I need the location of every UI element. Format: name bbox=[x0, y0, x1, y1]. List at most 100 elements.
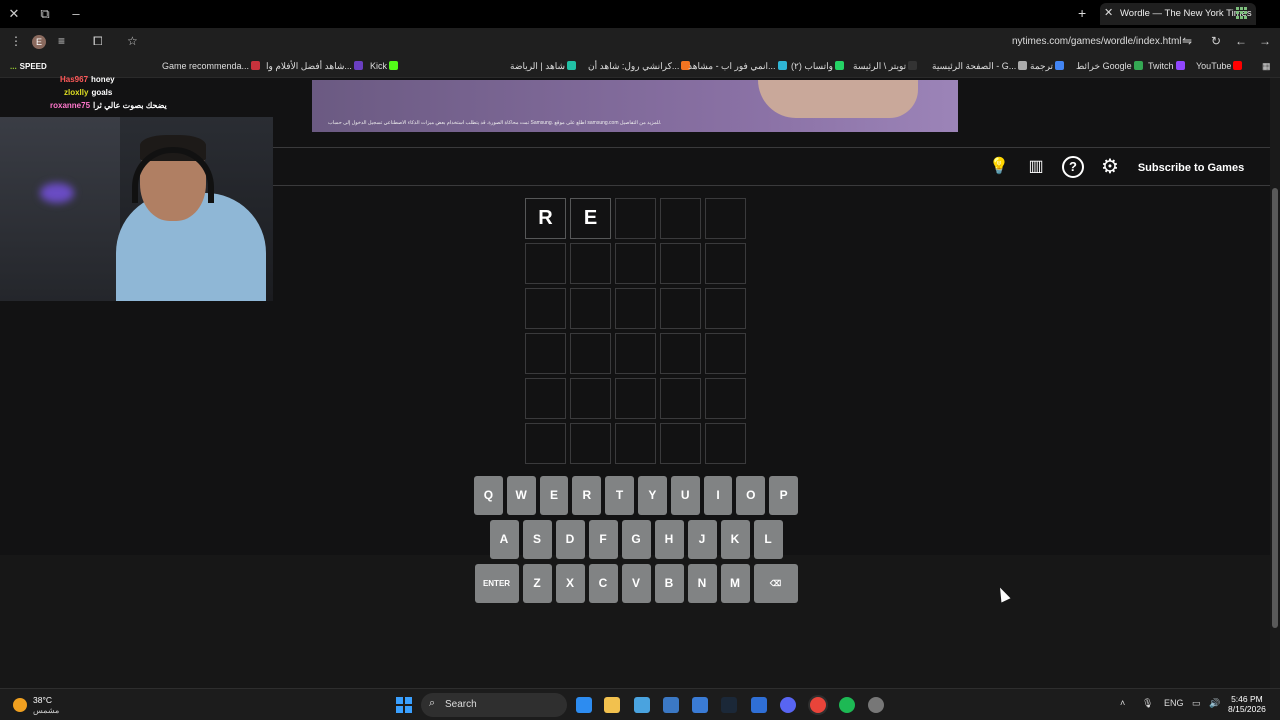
bookmark-item[interactable]: الصفحة الرئيسية - G... bbox=[932, 61, 1029, 72]
back-icon[interactable]: ← bbox=[1235, 34, 1247, 48]
microphone-icon[interactable]: 🎙 bbox=[1142, 698, 1153, 709]
hint-lightbulb-icon[interactable]: 💡 bbox=[988, 156, 1010, 178]
taskbar-clock[interactable]: 5:46 PM 8/15/2026 bbox=[1228, 694, 1266, 714]
spotify-icon[interactable] bbox=[839, 697, 855, 713]
network-icon[interactable]: ▭ bbox=[1192, 698, 1201, 709]
backspace-key-icon[interactable]: ⌫ bbox=[753, 564, 798, 603]
close-window-icon[interactable]: ✕ bbox=[6, 6, 22, 22]
key[interactable]: W bbox=[506, 476, 536, 515]
board-tile bbox=[570, 423, 611, 464]
key[interactable]: X bbox=[555, 564, 585, 603]
tray-chevron-up-icon[interactable]: ˄ bbox=[1120, 698, 1125, 708]
key[interactable]: I bbox=[703, 476, 733, 515]
bookmark-item[interactable]: Twitch bbox=[1148, 61, 1187, 71]
subscribe-button[interactable]: Subscribe to Games bbox=[1133, 153, 1249, 183]
taskbar-search[interactable]: ⌕ Search bbox=[421, 693, 567, 717]
statistics-icon[interactable]: ▥ bbox=[1025, 156, 1047, 178]
key[interactable]: D bbox=[555, 520, 585, 559]
board-row bbox=[525, 288, 746, 329]
bookmark-item[interactable]: تويتر \ الرئيسة bbox=[853, 61, 919, 72]
store-icon[interactable] bbox=[663, 697, 679, 713]
key[interactable]: K bbox=[720, 520, 750, 559]
chat-line: Has967 honey bbox=[10, 75, 190, 88]
steam-icon[interactable] bbox=[721, 697, 737, 713]
app-icon[interactable] bbox=[868, 697, 884, 713]
menu-kebab-icon[interactable]: ⋮ bbox=[10, 34, 22, 48]
key[interactable]: M bbox=[720, 564, 750, 603]
weather-sun-icon[interactable] bbox=[13, 698, 27, 712]
key[interactable]: L bbox=[753, 520, 783, 559]
photos-icon[interactable] bbox=[634, 697, 650, 713]
discord-icon[interactable] bbox=[780, 697, 796, 713]
forward-icon[interactable]: → bbox=[1259, 34, 1271, 48]
scrollbar-thumb[interactable] bbox=[1272, 188, 1278, 628]
key[interactable]: G bbox=[621, 520, 651, 559]
key[interactable]: H bbox=[654, 520, 684, 559]
key[interactable]: E bbox=[539, 476, 569, 515]
board-tile bbox=[615, 378, 656, 419]
board-tile bbox=[660, 288, 701, 329]
help-icon[interactable]: ? bbox=[1062, 156, 1084, 178]
key[interactable]: Q bbox=[474, 476, 503, 515]
reload-icon[interactable]: ↻ bbox=[1211, 34, 1221, 48]
key[interactable]: O bbox=[736, 476, 766, 515]
keyboard-row: Q W E R T Y U I O P bbox=[474, 476, 798, 515]
file-explorer-icon[interactable] bbox=[604, 697, 620, 713]
extensions-icon[interactable]: ⧠ bbox=[93, 34, 103, 49]
bookmark-item[interactable]: Kick bbox=[370, 61, 400, 71]
input-language[interactable]: ENG bbox=[1164, 698, 1184, 708]
chat-user: ... bbox=[10, 62, 17, 71]
close-tab-icon[interactable]: ✕ bbox=[1104, 6, 1113, 19]
taskbar-search-label: Search bbox=[445, 699, 477, 710]
settings-gear-icon[interactable]: ⚙ bbox=[1099, 156, 1121, 178]
key[interactable]: N bbox=[687, 564, 717, 603]
key[interactable]: C bbox=[588, 564, 618, 603]
copilot-icon[interactable] bbox=[576, 697, 592, 713]
bookmark-item[interactable]: شاهد | الرياضة bbox=[510, 61, 578, 72]
key[interactable]: P bbox=[769, 476, 798, 515]
key[interactable]: U bbox=[670, 476, 700, 515]
site-settings-icon[interactable]: ⇋ bbox=[1182, 34, 1192, 48]
bookmark-item[interactable]: كرانشي رول: شاهد أن... bbox=[588, 61, 692, 72]
tab-search-icon[interactable]: ≡ bbox=[58, 34, 65, 48]
key[interactable]: S bbox=[522, 520, 552, 559]
chrome-icon[interactable] bbox=[810, 697, 826, 713]
key[interactable]: Y bbox=[638, 476, 667, 515]
chat-message: honey bbox=[91, 75, 115, 84]
bookmark-item[interactable]: شاهد أفضل الأفلام وا... bbox=[266, 61, 365, 72]
bookmark-item[interactable]: YouTube bbox=[1196, 61, 1244, 71]
key[interactable]: J bbox=[687, 520, 717, 559]
windows-start-icon[interactable] bbox=[396, 697, 412, 713]
bookmark-item[interactable]: خرائط Google bbox=[1076, 61, 1145, 72]
minimize-window-icon[interactable]: – bbox=[68, 6, 84, 22]
bookmark-item[interactable]: (٢) واتساب bbox=[791, 61, 846, 72]
weather-temperature[interactable]: 38°C bbox=[33, 695, 52, 705]
bookmark-item[interactable]: ترجمة bbox=[1030, 61, 1066, 72]
key[interactable]: R bbox=[572, 476, 602, 515]
key[interactable]: V bbox=[621, 564, 651, 603]
bookmark-star-icon[interactable]: ☆ bbox=[127, 34, 138, 48]
weather-condition[interactable]: مشمس bbox=[33, 706, 59, 715]
enter-key[interactable]: ENTER bbox=[474, 564, 519, 603]
restore-window-icon[interactable]: ⧉ bbox=[37, 6, 53, 22]
board-row bbox=[525, 333, 746, 374]
address-bar[interactable]: nytimes.com/games/wordle/index.html bbox=[1012, 36, 1182, 47]
key[interactable]: Z bbox=[522, 564, 552, 603]
profile-avatar[interactable]: E bbox=[32, 35, 46, 49]
page-scrollbar[interactable] bbox=[1270, 78, 1280, 688]
clock-date: 8/15/2026 bbox=[1228, 704, 1266, 714]
key[interactable]: F bbox=[588, 520, 618, 559]
key[interactable]: B bbox=[654, 564, 684, 603]
browser-tab[interactable]: ✕ Wordle — The New York Times bbox=[1100, 3, 1256, 25]
app-icon[interactable] bbox=[692, 697, 708, 713]
volume-icon[interactable]: 🔊 bbox=[1209, 698, 1220, 709]
board-tile bbox=[705, 288, 746, 329]
samsung-ad-banner[interactable]: تمت محاكاة الصورة. قد يتطلب استخدام بعض … bbox=[312, 80, 958, 132]
new-tab-button[interactable]: + bbox=[1078, 5, 1086, 21]
bookmark-item[interactable]: انمي فور اب - مشاهد... bbox=[688, 61, 789, 72]
apps-grid-icon[interactable]: ▦ bbox=[1262, 61, 1271, 72]
key[interactable]: A bbox=[489, 520, 519, 559]
board-tile: E bbox=[570, 198, 611, 239]
key[interactable]: T bbox=[605, 476, 634, 515]
mail-icon[interactable] bbox=[751, 697, 767, 713]
